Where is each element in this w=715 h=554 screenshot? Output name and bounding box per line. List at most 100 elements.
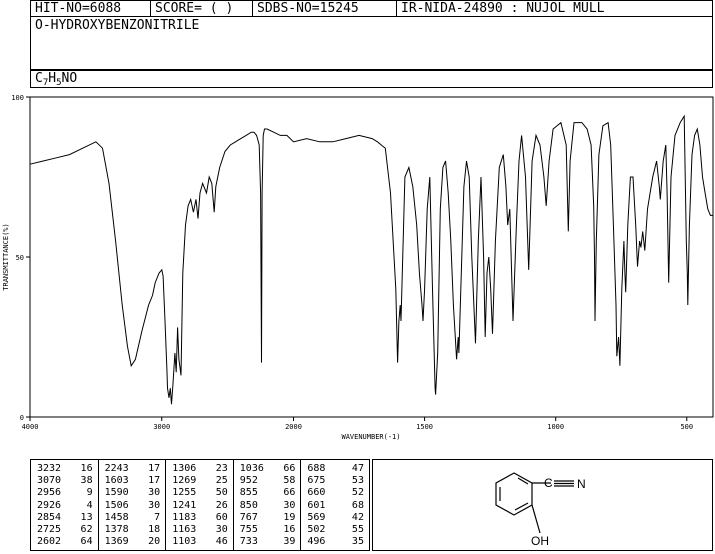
- peak-wavenumber: 1603: [104, 475, 129, 487]
- peak-transmittance: 62: [80, 524, 93, 536]
- peak-transmittance: 52: [351, 487, 364, 499]
- peak-wavenumber: 1241: [172, 499, 197, 511]
- peak-wavenumber: 952: [239, 475, 258, 487]
- peak-transmittance: 16: [283, 524, 296, 536]
- hit-number: HIT-NO=6088: [31, 1, 151, 16]
- x-tick-label: 500: [680, 423, 693, 431]
- peak-wavenumber: 1183: [172, 511, 197, 523]
- peak-row: 660 52: [301, 487, 369, 499]
- peak-column: 3232 16 3070 38 2956 9 2926 4 2854 13 2725 62 2602 64: [31, 460, 99, 550]
- peak-row: 502 55: [301, 524, 369, 536]
- peak-transmittance: 42: [351, 511, 364, 523]
- peak-wavenumber: 1506: [104, 499, 129, 511]
- peak-transmittance: 19: [283, 511, 296, 523]
- peak-wavenumber: 1458: [104, 511, 129, 523]
- peak-row: 1269 25: [166, 475, 233, 487]
- peak-wavenumber: 767: [239, 511, 258, 523]
- hydroxyl-label: OH: [531, 534, 549, 548]
- peak-row: 855 66: [234, 487, 301, 499]
- x-tick-label: 1000: [547, 423, 564, 431]
- peak-row: 688 47: [301, 463, 369, 475]
- spectrum-header: HIT-NO=6088 SCORE= ( ) SDBS-NO=15245 IR-…: [30, 0, 713, 88]
- peak-row: 2725 62: [31, 524, 98, 536]
- peak-transmittance: 23: [215, 463, 228, 474]
- peak-transmittance: 17: [148, 463, 161, 474]
- peak-row: 1458 7: [99, 512, 166, 524]
- structure-panel: C N OH: [372, 459, 713, 551]
- molecule-structure: C N OH: [495, 472, 586, 548]
- peak-transmittance: 50: [215, 487, 228, 499]
- transmittance-series-line: [29, 114, 713, 405]
- peak-wavenumber: 2854: [37, 511, 62, 523]
- peak-row: 2926 4: [31, 500, 98, 512]
- peak-row: 733 39: [234, 536, 301, 548]
- peak-transmittance: 66: [283, 487, 296, 499]
- peak-wavenumber: 3232: [37, 463, 62, 474]
- peak-column: 1036 66 952 58 855 66 850 30 767 19 755 16 733 39: [234, 460, 302, 550]
- peak-transmittance: 39: [283, 536, 296, 548]
- peak-transmittance: 30: [283, 499, 296, 511]
- x-tick-label: 4000: [22, 423, 39, 431]
- peak-wavenumber: 601: [307, 499, 326, 511]
- peak-row: 3070 38: [31, 475, 98, 487]
- peak-row: 1036 66: [234, 463, 301, 475]
- peak-wavenumber: 1103: [172, 536, 197, 548]
- peak-wavenumber: 502: [307, 524, 326, 536]
- y-axis-ticks: 0 50 100: [11, 94, 30, 422]
- benzene-ring: [495, 472, 533, 516]
- peak-row: 496 35: [301, 536, 369, 548]
- peak-transmittance: 4: [86, 499, 93, 511]
- peak-wavenumber: 2602: [37, 536, 62, 548]
- y-tick-label: 100: [11, 94, 24, 102]
- peak-row: 767 19: [234, 512, 301, 524]
- peak-wavenumber: 1590: [104, 487, 129, 499]
- peak-transmittance: 35: [351, 536, 364, 548]
- peak-row: 1603 17: [99, 475, 166, 487]
- peak-transmittance: 30: [215, 524, 228, 536]
- peak-wavenumber: 755: [239, 524, 258, 536]
- peak-transmittance: 46: [215, 536, 228, 548]
- peak-wavenumber: 2243: [104, 463, 129, 474]
- peak-wavenumber: 3070: [37, 475, 62, 487]
- peak-transmittance: 13: [80, 511, 93, 523]
- peak-transmittance: 26: [215, 499, 228, 511]
- peak-column: 688 47 675 53 660 52 601 68 569 42 502 55 496 35: [301, 460, 369, 550]
- hydroxyl-bond: [531, 504, 541, 534]
- peak-wavenumber: 2926: [37, 499, 62, 511]
- peak-transmittance: 60: [215, 511, 228, 523]
- peak-row: 601 68: [301, 500, 369, 512]
- peak-row: 569 42: [301, 512, 369, 524]
- peak-wavenumber: 1378: [104, 524, 129, 536]
- peak-transmittance: 17: [148, 475, 161, 487]
- nitrile-bond: [532, 480, 574, 487]
- peak-wavenumber: 1369: [104, 536, 129, 548]
- header-info-row: HIT-NO=6088 SCORE= ( ) SDBS-NO=15245 IR-…: [30, 0, 713, 17]
- sdbs-number: SDBS-NO=15245: [253, 1, 397, 16]
- peak-row: 675 53: [301, 475, 369, 487]
- peak-row: 1103 46: [166, 536, 233, 548]
- peak-transmittance: 68: [351, 499, 364, 511]
- peak-wavenumber: 1306: [172, 463, 197, 474]
- peak-row: 1590 30: [99, 487, 166, 499]
- y-tick-label: 50: [16, 254, 24, 262]
- peak-wavenumber: 1255: [172, 487, 197, 499]
- peak-wavenumber: 1036: [239, 463, 264, 474]
- peak-wavenumber: 660: [307, 487, 326, 499]
- peak-transmittance: 9: [86, 487, 93, 499]
- peak-transmittance: 20: [148, 536, 161, 548]
- peak-row: 1506 30: [99, 500, 166, 512]
- peak-wavenumber: 688: [307, 463, 326, 474]
- score: SCORE= ( ): [151, 1, 253, 16]
- x-tick-label: 2000: [285, 423, 302, 431]
- peak-row: 2956 9: [31, 487, 98, 499]
- y-tick-label: 0: [20, 414, 24, 422]
- x-axis-ticks: 4000 3000 2000 1500 1000 500: [22, 417, 693, 431]
- peak-row: 850 30: [234, 500, 301, 512]
- peak-wavenumber: 855: [239, 487, 258, 499]
- peak-transmittance: 58: [283, 475, 296, 487]
- molecular-formula: C7H5NO: [30, 70, 713, 88]
- peak-wavenumber: 733: [239, 536, 258, 548]
- peak-row: 1255 50: [166, 487, 233, 499]
- ir-nida-info: IR-NIDA-24890 : NUJOL MULL: [401, 1, 605, 16]
- peak-transmittance: 7: [154, 511, 161, 523]
